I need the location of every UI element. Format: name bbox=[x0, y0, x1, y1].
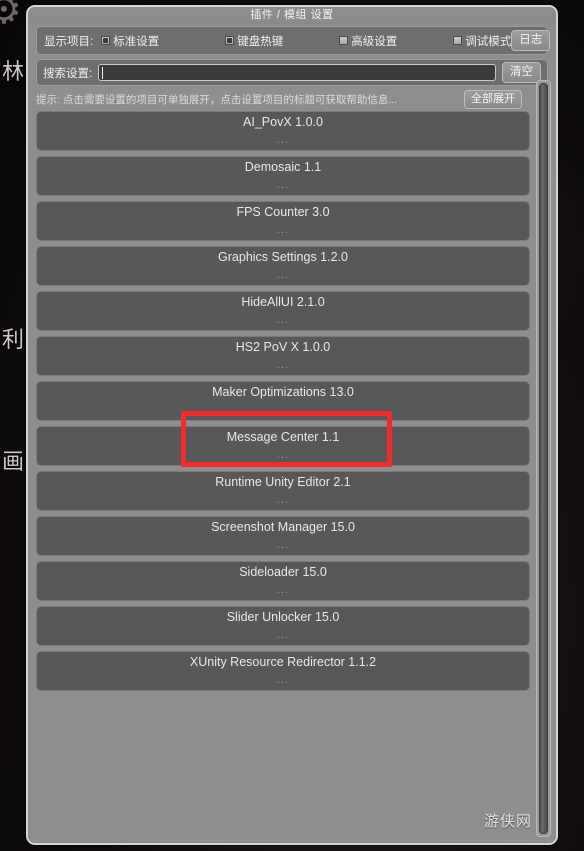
window-title: 插件 / 模组 设置 bbox=[28, 7, 556, 24]
plugin-subtitle: ... bbox=[276, 493, 290, 506]
watermark: 游侠网 bbox=[483, 812, 532, 830]
plugin-subtitle: ... bbox=[276, 223, 290, 236]
display-filter-label: 显示项目: bbox=[44, 35, 94, 48]
checkbox-advanced-settings[interactable]: 高级设置 bbox=[339, 33, 397, 49]
hint-row: 提示: 点击需要设置的项目可单独展开，点击设置项目的标题可获取帮助信息... 全… bbox=[36, 89, 548, 110]
checkbox-debug-mode-label: 调试模式 bbox=[465, 35, 512, 48]
checkbox-keyboard-hotkeys-box[interactable] bbox=[225, 36, 235, 45]
list-item[interactable]: AI_PovX 1.0.0 ... bbox=[36, 111, 530, 151]
display-filter-bar: 显示项目: 标准设置 键盘热键 高级设置 调试模式 日志 bbox=[36, 26, 551, 55]
checkbox-standard-settings-box[interactable] bbox=[101, 36, 111, 45]
plugin-subtitle: ... bbox=[276, 313, 290, 326]
plugin-subtitle: ... bbox=[276, 673, 290, 686]
list-item[interactable]: Slider Unlocker 15.0 ... bbox=[36, 606, 530, 646]
plugin-subtitle: ... bbox=[276, 178, 290, 191]
list-item[interactable]: Graphics Settings 1.2.0 ... bbox=[36, 246, 530, 286]
plugin-subtitle: ... bbox=[276, 403, 290, 416]
plugin-title: Runtime Unity Editor 2.1 bbox=[215, 475, 351, 490]
list-item[interactable]: Runtime Unity Editor 2.1 ... bbox=[36, 471, 530, 511]
expand-all-button[interactable]: 全部展开 bbox=[464, 90, 522, 109]
background-left-text-2: 利 bbox=[2, 328, 25, 353]
hint-text: 提示: 点击需要设置的项目可单独展开，点击设置项目的标题可获取帮助信息... bbox=[36, 94, 398, 106]
plugin-subtitle: ... bbox=[276, 268, 290, 281]
background-left-text-3: 画 bbox=[2, 450, 25, 475]
background-left-text-1: 林 bbox=[2, 60, 25, 85]
search-label: 搜索设置: bbox=[43, 67, 93, 80]
list-item[interactable]: Sideloader 15.0 ... bbox=[36, 561, 530, 601]
plugin-title: Slider Unlocker 15.0 bbox=[226, 610, 340, 625]
plugin-title: HS2 PoV X 1.0.0 bbox=[235, 340, 331, 355]
log-button[interactable]: 日志 bbox=[511, 29, 551, 52]
checkbox-debug-mode[interactable]: 调试模式 bbox=[453, 33, 511, 49]
checkbox-advanced-settings-label: 高级设置 bbox=[351, 35, 398, 48]
plugin-subtitle: ... bbox=[276, 583, 290, 596]
text-caret bbox=[102, 66, 104, 79]
screen: ⚙ 设置 林 利 画 插件 / 模组 设置 显示项目: 标准设置 键盘热键 高级… bbox=[0, 0, 584, 851]
plugin-settings-window: 插件 / 模组 设置 显示项目: 标准设置 键盘热键 高级设置 调试模式 日志 bbox=[26, 5, 558, 845]
plugin-subtitle: ... bbox=[276, 628, 290, 641]
vertical-scrollbar[interactable] bbox=[536, 80, 551, 837]
plugin-title: Maker Optimizations 13.0 bbox=[212, 385, 354, 400]
list-item[interactable]: Screenshot Manager 15.0 ... bbox=[36, 516, 530, 556]
list-item[interactable]: FPS Counter 3.0 ... bbox=[36, 201, 530, 241]
checkbox-keyboard-hotkeys-label: 键盘热键 bbox=[237, 35, 284, 48]
gear-icon: ⚙ bbox=[0, 0, 22, 32]
list-item[interactable]: Demosaic 1.1 ... bbox=[36, 156, 530, 196]
list-item-message-center[interactable]: Message Center 1.1 ... bbox=[36, 426, 530, 466]
list-item[interactable]: XUnity Resource Redirector 1.1.2 ... bbox=[36, 651, 530, 691]
checkbox-standard-settings[interactable]: 标准设置 bbox=[101, 33, 159, 49]
plugin-list[interactable]: AI_PovX 1.0.0 ... Demosaic 1.1 ... FPS C… bbox=[36, 111, 530, 837]
plugin-title: Graphics Settings 1.2.0 bbox=[218, 250, 348, 265]
checkbox-debug-mode-box[interactable] bbox=[453, 36, 463, 45]
plugin-title: Screenshot Manager 15.0 bbox=[211, 520, 355, 535]
checkbox-advanced-settings-box[interactable] bbox=[339, 36, 349, 45]
plugin-title: AI_PovX 1.0.0 bbox=[243, 115, 323, 130]
checkbox-keyboard-hotkeys[interactable]: 键盘热键 bbox=[225, 33, 283, 49]
plugin-subtitle: ... bbox=[276, 133, 290, 146]
checkbox-standard-settings-label: 标准设置 bbox=[113, 35, 160, 48]
list-item[interactable]: HideAllUI 2.1.0 ... bbox=[36, 291, 530, 331]
plugin-subtitle: ... bbox=[276, 538, 290, 551]
plugin-title: FPS Counter 3.0 bbox=[236, 205, 330, 220]
plugin-title: Message Center 1.1 bbox=[226, 430, 340, 445]
plugin-subtitle: ... bbox=[276, 358, 290, 371]
scrollbar-thumb[interactable] bbox=[539, 83, 548, 834]
plugin-subtitle: ... bbox=[276, 448, 290, 461]
plugin-title: Demosaic 1.1 bbox=[244, 160, 322, 175]
clear-search-button[interactable]: 清空 bbox=[502, 61, 541, 84]
search-bar: 搜索设置: 清空 bbox=[36, 59, 548, 86]
list-item[interactable]: Maker Optimizations 13.0 ... bbox=[36, 381, 530, 421]
plugin-title: XUnity Resource Redirector 1.1.2 bbox=[189, 655, 377, 670]
list-item[interactable]: HS2 PoV X 1.0.0 ... bbox=[36, 336, 530, 376]
search-input[interactable] bbox=[98, 64, 496, 81]
plugin-title: HideAllUI 2.1.0 bbox=[241, 295, 325, 310]
plugin-title: Sideloader 15.0 bbox=[239, 565, 327, 580]
